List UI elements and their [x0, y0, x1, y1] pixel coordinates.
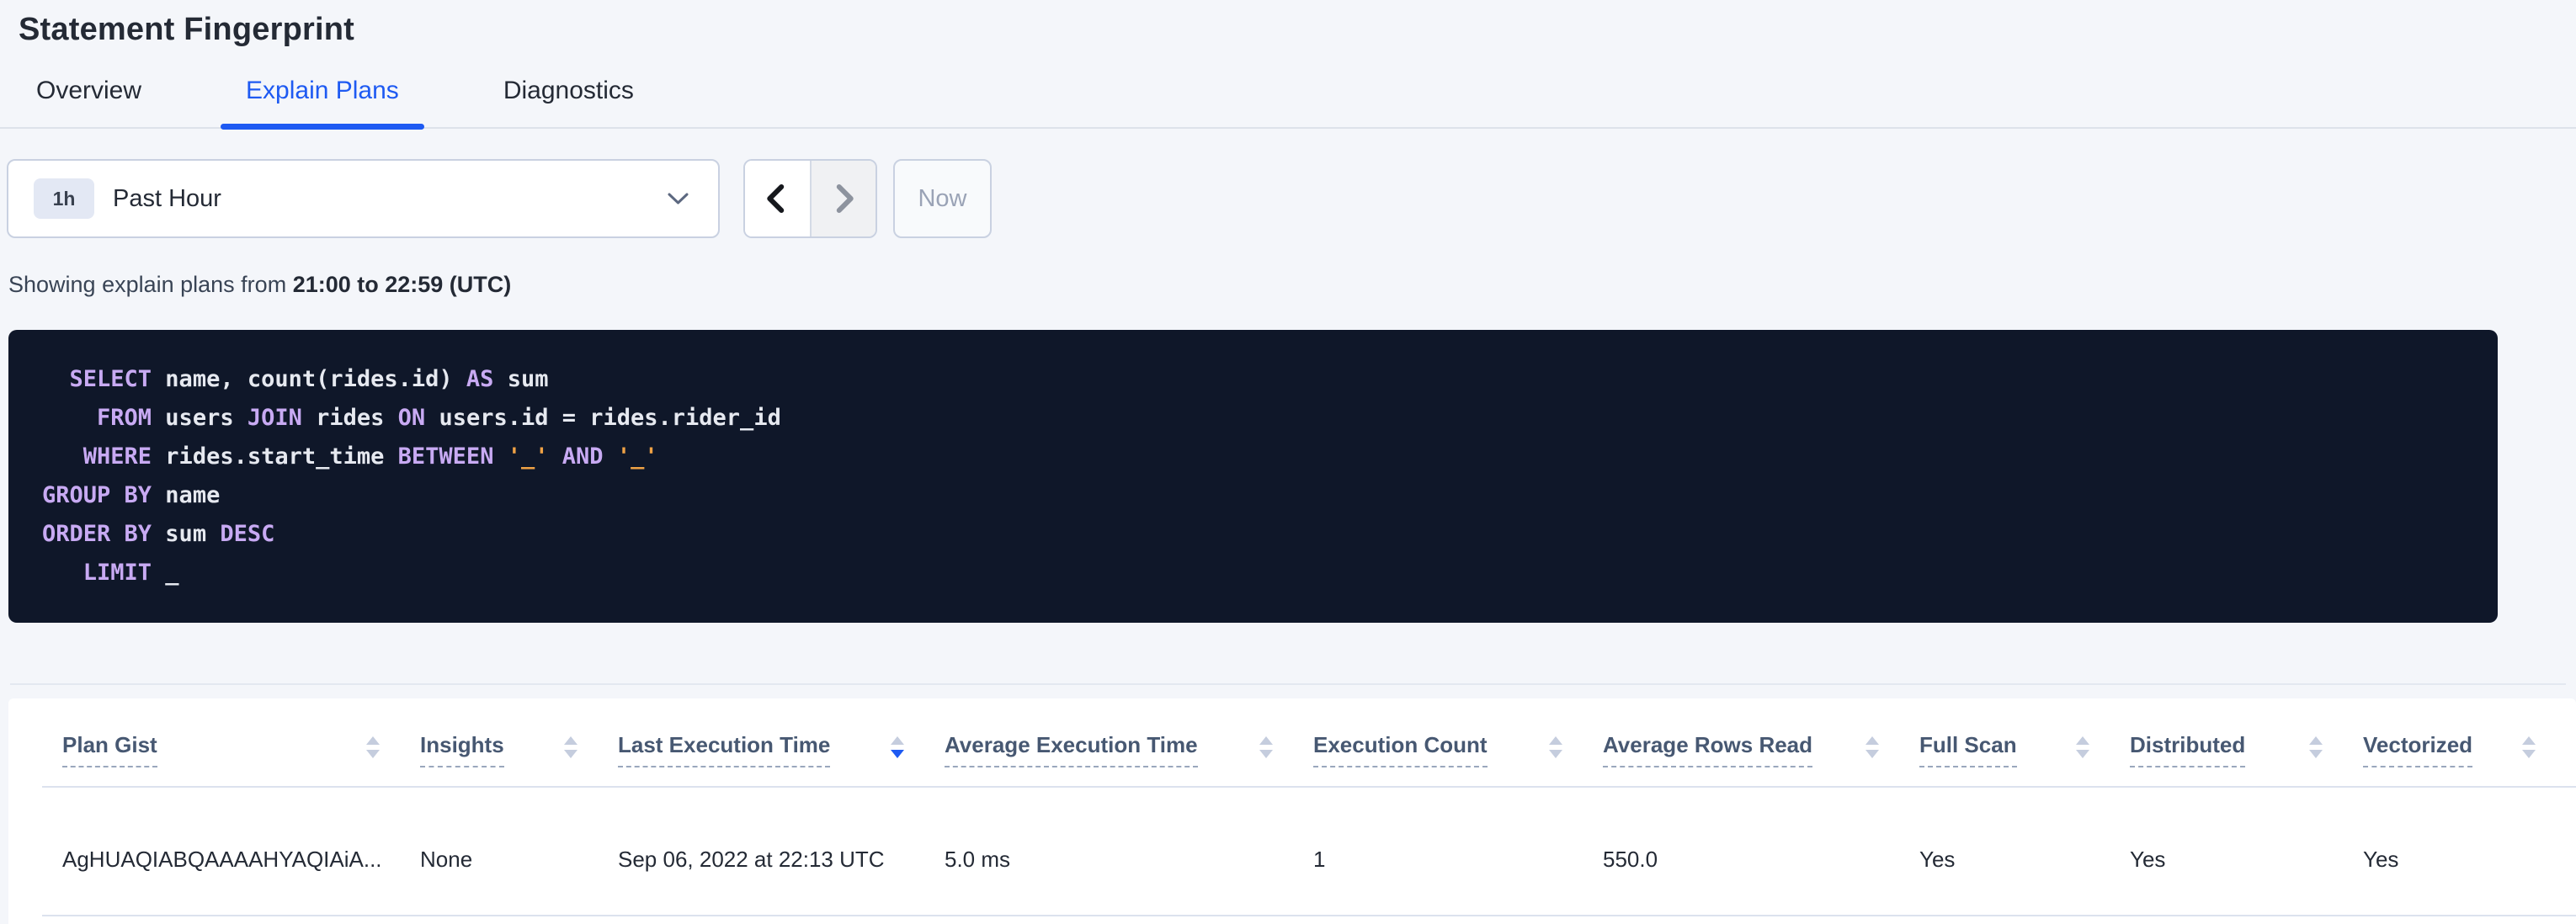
column-header-label: Insights	[420, 732, 504, 767]
showing-range-value: 21:00 to 22:59 (UTC)	[293, 272, 512, 297]
sort-icon[interactable]	[1258, 735, 1275, 760]
section-divider	[10, 683, 2566, 685]
table-cell-vectorized: Yes	[2363, 847, 2576, 873]
sql-code-line: FROM users JOIN rides ON users.id = ride…	[42, 399, 2464, 438]
table-cell-full-scan: Yes	[1919, 847, 2130, 873]
column-header-full-scan[interactable]: Full Scan	[1919, 732, 2130, 767]
column-header-average-rows-read[interactable]: Average Rows Read	[1603, 732, 1919, 767]
sql-statement-box: SELECT name, count(rides.id) AS sum FROM…	[8, 330, 2498, 623]
plan-gist-cell[interactable]: AgHUAQIABQAAAAHYAQIAiA...	[62, 847, 420, 873]
time-pager	[743, 159, 877, 238]
table-row[interactable]: AgHUAQIABQAAAAHYAQIAiA...NoneSep 06, 202…	[8, 788, 2576, 915]
explain-plans-table: Plan Gist Insights Last Execution Time Aver…	[8, 698, 2576, 924]
column-header-label: Plan Gist	[62, 732, 157, 767]
column-header-distributed[interactable]: Distributed	[2130, 732, 2363, 767]
column-header-insights[interactable]: Insights	[420, 732, 618, 767]
page-title: Statement Fingerprint	[19, 12, 2576, 48]
sort-icon[interactable]	[2074, 735, 2091, 760]
column-header-average-execution-time[interactable]: Average Execution Time	[945, 732, 1313, 767]
sort-icon[interactable]	[562, 735, 579, 760]
tab-overview[interactable]: Overview	[11, 77, 167, 127]
sql-code-line: ORDER BY sum DESC	[42, 515, 2464, 554]
showing-range-prefix: Showing explain plans from	[8, 272, 293, 297]
sql-code-line: LIMIT _	[42, 554, 2464, 592]
chevron-down-icon	[667, 191, 689, 206]
time-range-label: Past Hour	[113, 185, 667, 213]
column-header-label: Vectorized	[2363, 732, 2472, 767]
table-cell-insights: None	[420, 847, 618, 873]
column-header-label: Full Scan	[1919, 732, 2017, 767]
sql-code-line: WHERE rides.start_time BETWEEN '_' AND '…	[42, 438, 2464, 476]
table-cell-average-execution-time: 5.0 ms	[945, 847, 1313, 873]
column-header-label: Average Rows Read	[1603, 732, 1812, 767]
time-range-select[interactable]: 1h Past Hour	[7, 159, 720, 238]
table-row-divider	[42, 915, 2576, 916]
column-header-last-execution-time[interactable]: Last Execution Time	[618, 732, 945, 767]
table-header-row: Plan Gist Insights Last Execution Time Aver…	[8, 698, 2576, 767]
tab-explain-plans[interactable]: Explain Plans	[221, 77, 424, 127]
next-time-button[interactable]	[810, 161, 876, 236]
column-header-plan-gist[interactable]: Plan Gist	[62, 732, 420, 767]
sql-code-line: GROUP BY name	[42, 476, 2464, 515]
column-header-label: Last Execution Time	[618, 732, 830, 767]
now-button[interactable]: Now	[893, 159, 992, 238]
column-header-label: Average Execution Time	[945, 732, 1198, 767]
column-header-vectorized[interactable]: Vectorized	[2363, 732, 2576, 767]
sort-icon[interactable]	[2520, 735, 2537, 760]
column-header-label: Distributed	[2130, 732, 2245, 767]
sql-code-line: SELECT name, count(rides.id) AS sum	[42, 360, 2464, 399]
tab-diagnostics[interactable]: Diagnostics	[478, 77, 659, 127]
chevron-left-icon	[759, 181, 795, 216]
sort-icon[interactable]	[1864, 735, 1881, 760]
time-range-badge: 1h	[34, 178, 94, 219]
prev-time-button[interactable]	[745, 161, 810, 236]
sort-icon[interactable]	[889, 735, 906, 760]
chevron-right-icon	[826, 181, 861, 216]
time-controls: 1h Past Hour Now	[7, 159, 2576, 238]
table-cell-average-rows-read: 550.0	[1603, 847, 1919, 873]
sort-icon[interactable]	[2307, 735, 2324, 760]
table-cell-distributed: Yes	[2130, 847, 2363, 873]
sort-icon[interactable]	[1547, 735, 1564, 760]
showing-range-text: Showing explain plans from 21:00 to 22:5…	[8, 272, 2576, 298]
column-header-execution-count[interactable]: Execution Count	[1313, 732, 1603, 767]
column-header-label: Execution Count	[1313, 732, 1488, 767]
sort-icon[interactable]	[365, 735, 381, 760]
table-cell-last-execution-time: Sep 06, 2022 at 22:13 UTC	[618, 847, 945, 873]
tab-bar: Overview Explain Plans Diagnostics	[0, 77, 2576, 129]
table-cell-execution-count: 1	[1313, 847, 1603, 873]
